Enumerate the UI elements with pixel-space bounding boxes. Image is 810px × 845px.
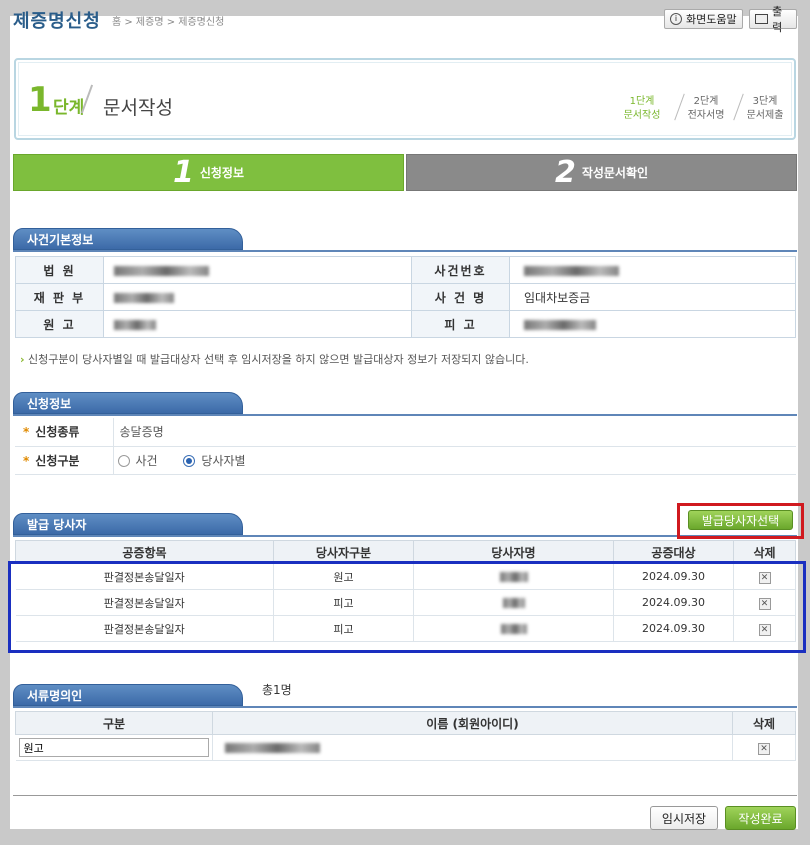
case-number-label: 사건번호 — [411, 256, 510, 284]
nominee-name-cell — [212, 734, 733, 761]
case-info-table: 법 원 사건번호 재 판 부 사 건 명 임대차보증금 원 고 피 고 — [15, 256, 796, 338]
help-button-label: 화면도움말 — [686, 13, 737, 26]
col-header-delete: 삭제 — [732, 711, 796, 735]
print-button-label: 출력 — [772, 5, 783, 34]
footer-divider — [13, 795, 797, 796]
plaintiff-value — [103, 310, 412, 338]
section-line — [13, 250, 797, 252]
department-value — [103, 283, 412, 311]
notice-text: › 신청구분이 당사자별일 때 발급대상자 선택 후 임시저장을 하지 않으면 … — [20, 351, 529, 367]
nominee-type-cell — [15, 734, 213, 761]
page-title: 제증명신청 — [13, 11, 101, 32]
help-button[interactable]: i 화면도움말 — [664, 9, 743, 29]
request-type-value: 송달증명 — [113, 418, 796, 447]
plaintiff-label: 원 고 — [15, 310, 104, 338]
case-number-value — [509, 256, 796, 284]
step-unit: 단계 — [53, 98, 85, 118]
request-form: * 신청종류 송달증명 * 신청구분 사건 당사자별 — [15, 418, 796, 475]
tab-document-check-number: 2 — [554, 155, 576, 190]
case-name-label: 사 건 명 — [411, 283, 510, 311]
court-value — [103, 256, 412, 284]
request-kind-label: * 신청구분 — [15, 446, 114, 475]
step-indicator-1-line1: 1단계 — [629, 96, 655, 107]
step-indicator-2-line1: 2단계 — [693, 96, 719, 107]
radio-party[interactable] — [183, 455, 196, 467]
request-type-label: * 신청종류 — [15, 418, 114, 447]
col-header-type: 구분 — [15, 711, 213, 735]
section-header-case-info: 사건기본정보 — [13, 228, 243, 250]
section-line — [13, 414, 797, 416]
highlight-box-red — [677, 503, 804, 539]
table-row: ✕ — [15, 734, 796, 761]
arrow-icon: › — [20, 353, 25, 366]
nominee-count: 총1명 — [262, 683, 292, 697]
radio-case-label: 사건 — [135, 453, 158, 468]
nominee-delete-cell: ✕ — [732, 734, 796, 761]
page: 제증명신청 홈 > 제증명 > 제증명신청 i 화면도움말 출력 1 단계 문서… — [0, 0, 810, 845]
step-name: 문서작성 — [103, 97, 173, 119]
section-header-request: 신청정보 — [13, 392, 243, 414]
case-name-value: 임대차보증금 — [509, 283, 796, 311]
department-label: 재 판 부 — [15, 283, 104, 311]
step-indicator-2: 2단계 전자서명 — [686, 95, 726, 123]
breadcrumb: 홈 > 제증명 > 제증명신청 — [112, 17, 225, 28]
step-indicator-1-line2: 문서작성 — [623, 110, 661, 121]
defendant-value — [509, 310, 796, 338]
nominee-table: 구분 이름 (회원아이디) 삭제 ✕ — [15, 711, 796, 761]
request-kind-options: 사건 당사자별 — [113, 446, 796, 475]
tab-request-info-number: 1 — [172, 155, 194, 190]
printer-icon — [755, 14, 769, 24]
tab-document-check-label: 작성문서확인 — [581, 166, 649, 180]
step-indicator-3: 3단계 문서제출 — [745, 95, 785, 123]
tab-request-info-label: 신청정보 — [199, 166, 245, 180]
step-indicator-1: 1단계 문서작성 — [622, 95, 662, 123]
section-header-issue: 발급 당사자 — [13, 513, 243, 535]
court-label: 법 원 — [15, 256, 104, 284]
delete-icon[interactable]: ✕ — [758, 742, 770, 755]
col-header-name: 이름 (회원아이디) — [212, 711, 733, 735]
info-icon: i — [670, 13, 682, 25]
step-number: 1 — [28, 80, 52, 120]
notice-message: 신청구분이 당사자별일 때 발급대상자 선택 후 임시저장을 하지 않으면 발급… — [28, 353, 529, 366]
tab-request-info[interactable]: 1 신청정보 — [13, 154, 404, 191]
step-indicator-2-line2: 전자서명 — [687, 110, 725, 121]
step-indicator-3-line2: 문서제출 — [746, 110, 784, 121]
radio-party-label: 당사자별 — [201, 453, 246, 468]
radio-case[interactable] — [117, 455, 130, 467]
tab-document-check[interactable]: 2 작성문서확인 — [406, 154, 797, 191]
step-indicator-3-line1: 3단계 — [752, 96, 778, 107]
print-button[interactable]: 출력 — [749, 5, 797, 34]
complete-button[interactable]: 작성완료 — [725, 806, 796, 830]
nominee-type-field[interactable] — [18, 738, 209, 757]
temp-save-button[interactable]: 임시저장 — [650, 806, 718, 830]
section-header-nominee: 서류명의인 — [13, 684, 243, 706]
highlight-box-blue — [8, 561, 806, 653]
defendant-label: 피 고 — [411, 310, 510, 338]
section-line — [13, 706, 797, 708]
